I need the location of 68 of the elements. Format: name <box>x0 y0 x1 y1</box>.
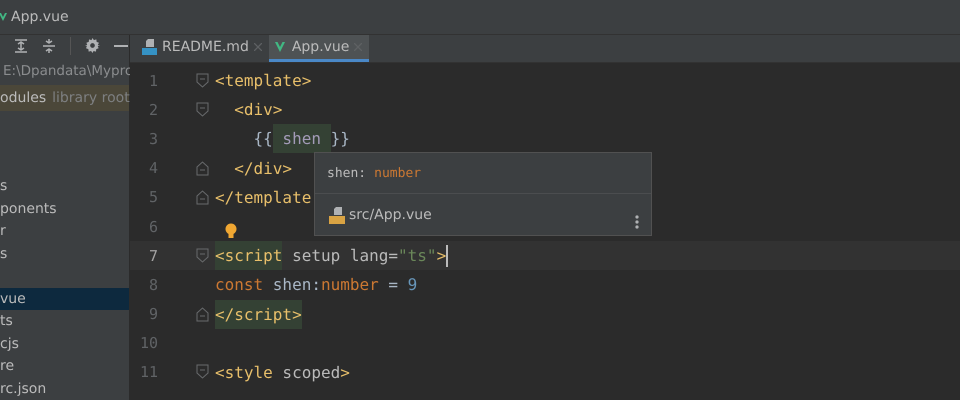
markdown-file-icon <box>142 39 157 55</box>
code-token: shen <box>272 124 331 154</box>
code-token: }} <box>330 129 350 148</box>
close-icon[interactable] <box>254 43 262 51</box>
line-number: 4 <box>148 159 158 178</box>
code-token: = <box>387 275 400 294</box>
editor-tab[interactable]: App.vue <box>268 35 370 62</box>
line-number: 5 <box>148 188 158 206</box>
project-path: E:\Dpandata\Mypro <box>3 62 134 79</box>
line-number: 8 <box>148 276 158 294</box>
expand-all-icon[interactable] <box>14 38 28 53</box>
text-caret <box>446 244 448 267</box>
editor-tab[interactable]: README.md <box>138 35 269 62</box>
code-token: setup lang= <box>291 246 398 266</box>
tree-item[interactable]: r <box>0 220 129 242</box>
tree-item[interactable]: vue <box>0 288 129 310</box>
minimize-icon[interactable] <box>114 44 128 48</box>
code-token: {{ <box>252 129 273 148</box>
code-token: </template <box>215 188 312 207</box>
light-bulb-icon[interactable] <box>225 223 237 240</box>
line-number: 7 <box>148 246 158 265</box>
fold-icon[interactable] <box>196 248 209 264</box>
vue-logo-icon <box>0 11 7 23</box>
fold-icon[interactable] <box>196 72 209 89</box>
tree-item[interactable]: re <box>0 355 129 378</box>
collapse-all-icon[interactable] <box>42 38 56 53</box>
line-number: 2 <box>148 100 158 119</box>
code-token: number <box>320 275 379 294</box>
code-token: </div> <box>233 158 292 178</box>
line-number: 10 <box>138 334 158 352</box>
line-number: 9 <box>148 305 158 324</box>
code-token: </script> <box>215 300 302 329</box>
symbol-type: number <box>374 166 422 180</box>
settings-icon[interactable] <box>85 38 100 54</box>
line-number: 11 <box>138 363 158 382</box>
tree-item[interactable]: ponents <box>0 198 129 220</box>
code-token: <script <box>215 241 282 270</box>
tree-item[interactable]: odules library root <box>0 84 129 110</box>
tree-item[interactable]: ts <box>0 310 129 332</box>
code-token: > <box>340 362 350 382</box>
line-number: 1 <box>148 72 158 90</box>
line-number: 3 <box>148 130 158 148</box>
code-token: "ts" <box>398 246 437 266</box>
file-link[interactable]: src/App.vue <box>349 207 432 223</box>
unfold-icon[interactable] <box>196 189 209 206</box>
window-title: App.vue <box>11 9 69 25</box>
code-token: <style <box>215 362 273 382</box>
code-token: shen: <box>272 275 321 294</box>
unfold-icon[interactable] <box>196 306 209 322</box>
more-options-icon[interactable] <box>635 215 639 229</box>
code-token: > <box>436 246 446 266</box>
code-token: const <box>215 275 264 294</box>
fold-icon[interactable] <box>196 364 209 380</box>
symbol-name: shen: <box>327 166 366 180</box>
tree-item[interactable]: s <box>0 175 129 198</box>
tree-item[interactable]: s <box>0 242 129 265</box>
fold-icon[interactable] <box>196 102 209 118</box>
code-token: scoped <box>281 362 340 382</box>
unfold-icon[interactable] <box>196 160 209 176</box>
code-token: <div> <box>233 100 282 120</box>
vue-logo-icon <box>272 41 287 53</box>
code-token: 9 <box>408 275 418 294</box>
line-number: 6 <box>148 218 158 236</box>
code-token: <template> <box>215 71 312 90</box>
library-root-hint: library root <box>52 90 130 106</box>
tree-item[interactable]: cjs <box>0 332 129 355</box>
tree-item[interactable]: rc.json <box>0 378 129 400</box>
js-file-icon <box>329 206 345 224</box>
